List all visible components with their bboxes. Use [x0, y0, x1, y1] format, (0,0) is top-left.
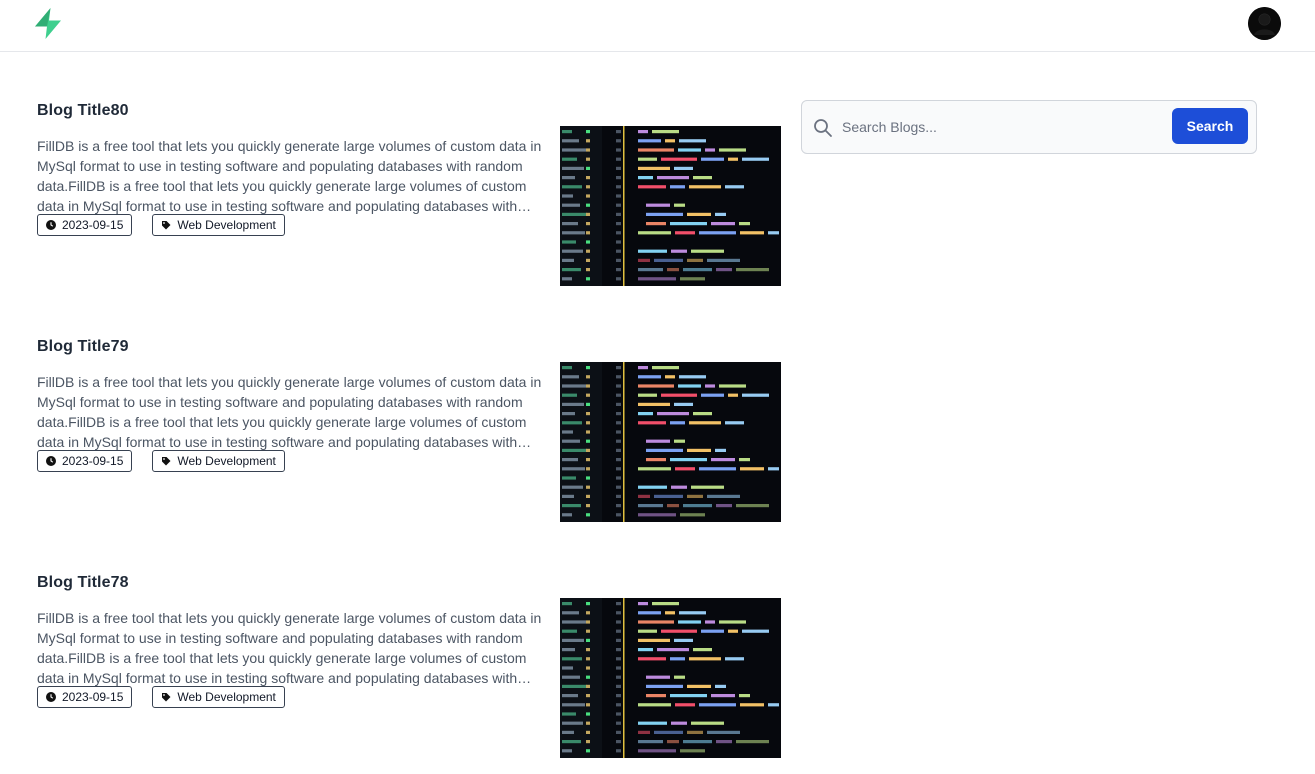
post-tag-badge[interactable]: Web Development [152, 214, 285, 236]
post-date: 2023-09-15 [62, 218, 124, 232]
post-date-badge: 2023-09-15 [37, 686, 133, 708]
post-date: 2023-09-15 [62, 690, 124, 704]
clock-icon [46, 456, 56, 466]
clock-icon [46, 692, 56, 702]
post-excerpt: FillDB is a free tool that lets you quic… [37, 374, 542, 450]
clock-icon [46, 220, 56, 230]
tag-icon [162, 221, 171, 230]
post-thumbnail-image[interactable] [560, 598, 781, 758]
search-icon [814, 119, 832, 137]
post-tag: Web Development [177, 218, 276, 232]
post-date-badge: 2023-09-15 [37, 450, 133, 472]
blog-post-card[interactable]: Blog Title78 FillDB is a free tool that … [37, 574, 782, 774]
post-date-badge: 2023-09-15 [37, 214, 133, 236]
post-tag-badge[interactable]: Web Development [152, 686, 285, 708]
post-excerpt: FillDB is a free tool that lets you quic… [37, 610, 542, 686]
post-excerpt: FillDB is a free tool that lets you quic… [37, 138, 542, 214]
tag-icon [162, 457, 171, 466]
post-tag-badge[interactable]: Web Development [152, 450, 285, 472]
blog-post-card[interactable]: Blog Title79 FillDB is a free tool that … [37, 338, 782, 538]
search-input[interactable] [838, 111, 1158, 143]
post-thumbnail-image[interactable] [560, 126, 781, 286]
search-panel: Search [801, 100, 1257, 154]
supabase-bolt-logo-icon[interactable] [32, 7, 64, 40]
user-avatar-icon[interactable] [1248, 7, 1281, 40]
tag-icon [162, 693, 171, 702]
post-title[interactable]: Blog Title78 [37, 574, 129, 592]
post-thumbnail-image[interactable] [560, 362, 781, 522]
top-navbar [0, 0, 1315, 52]
post-title[interactable]: Blog Title79 [37, 338, 129, 356]
post-tag: Web Development [177, 454, 276, 468]
post-title[interactable]: Blog Title80 [37, 102, 129, 120]
post-tag: Web Development [177, 690, 276, 704]
post-date: 2023-09-15 [62, 454, 124, 468]
blog-post-card[interactable]: Blog Title80 FillDB is a free tool that … [37, 102, 782, 302]
search-button[interactable]: Search [1172, 108, 1248, 144]
